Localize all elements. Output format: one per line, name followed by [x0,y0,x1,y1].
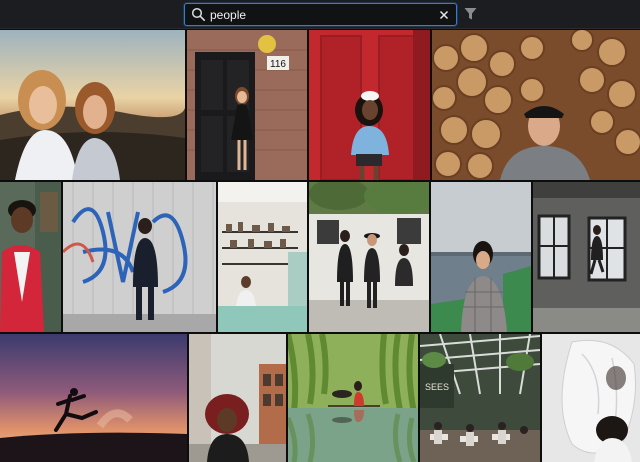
mural-sign: SEES [425,382,449,392]
man-dog-willow-pond-photo[interactable] [288,334,418,462]
man-graffiti-wall-photo[interactable] [63,182,216,332]
close-icon[interactable] [438,8,450,22]
woman-veil-sculpture-photo[interactable] [542,334,640,462]
toolbar [0,0,640,29]
woman-black-dress-door-photo[interactable]: 116 [187,30,307,180]
three-people-white-wall-photo[interactable] [309,182,429,332]
woman-plaid-shirt-waterfront-photo[interactable] [431,182,531,332]
two-women-sunset-hills-photo[interactable] [0,30,185,180]
search-box[interactable] [184,3,457,26]
search-input[interactable] [210,6,430,24]
man-red-jacket-photo[interactable] [0,182,61,332]
man-window-warehouse-photo[interactable] [533,182,640,332]
woman-curly-hair-street-photo[interactable] [189,334,286,462]
woman-red-door-photo[interactable] [309,30,430,180]
search-icon [191,7,206,22]
building-number: 116 [270,59,286,70]
silhouette-sunset-jump-photo[interactable] [0,334,187,462]
photo-grid: 116 SEES [0,30,640,462]
funnel-filter-icon[interactable] [464,7,477,21]
cafe-counter-photo[interactable] [218,182,307,332]
greenhouse-restaurant-photo[interactable]: SEES [420,334,540,462]
man-cap-log-pile-photo[interactable] [432,30,640,180]
